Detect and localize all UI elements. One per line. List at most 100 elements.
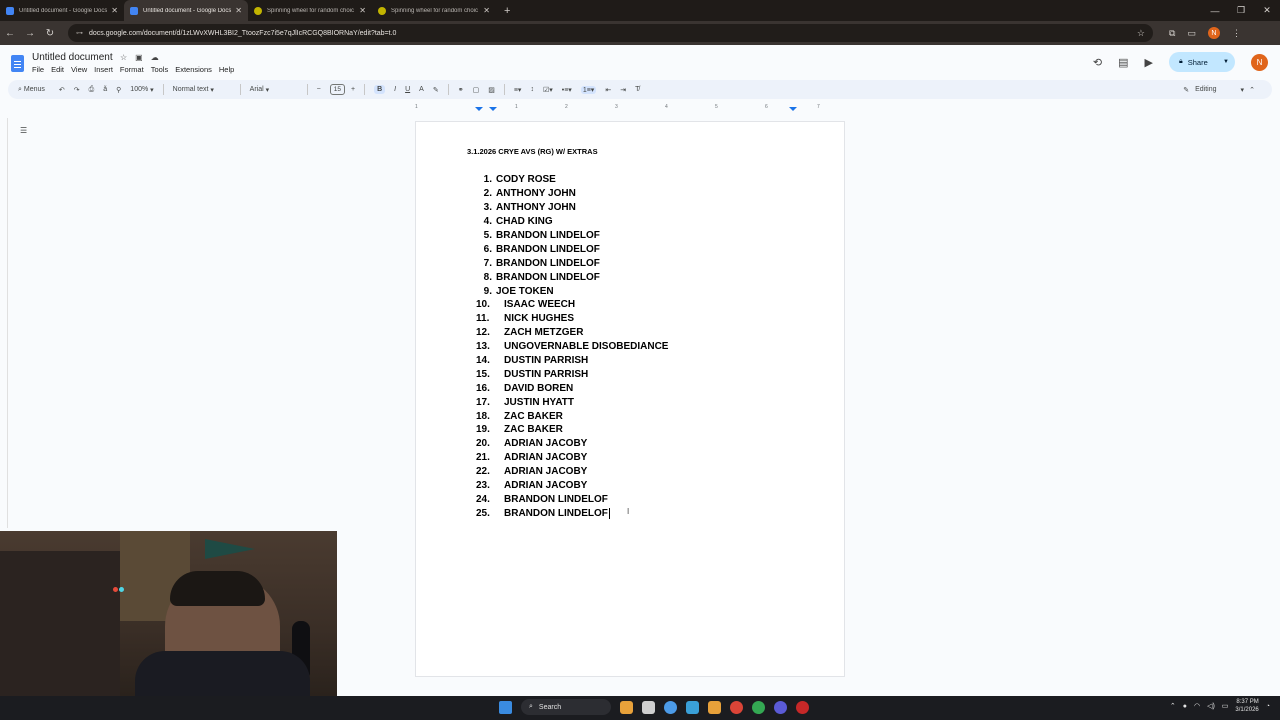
document-title[interactable]: Untitled document	[32, 52, 113, 63]
app-icon[interactable]	[796, 700, 809, 714]
list-item[interactable]: 22. ADRIAN JACOBY	[476, 465, 668, 479]
docs-logo-icon[interactable]	[11, 55, 24, 72]
list-item[interactable]: 18. ZAC BAKER	[476, 409, 668, 423]
meet-icon[interactable]: ▶	[1145, 56, 1153, 69]
right-indent-marker[interactable]	[789, 107, 797, 111]
chevron-down-icon[interactable]: ▼	[1223, 59, 1229, 65]
site-info-icon[interactable]: ⊶	[76, 29, 83, 37]
zoom-select[interactable]: 100% ▾	[130, 86, 153, 94]
menu-format[interactable]: Format	[120, 65, 144, 74]
cloud-status-icon[interactable]: ☁	[151, 53, 159, 62]
menu-tools[interactable]: Tools	[151, 65, 169, 74]
numbered-list-icon[interactable]: 1≡▾	[580, 85, 597, 94]
increase-indent-icon[interactable]: ⇥	[620, 86, 626, 94]
menu-edit[interactable]: Edit	[51, 65, 64, 74]
list-item[interactable]: 21. ADRIAN JACOBY	[476, 451, 668, 465]
search-menus[interactable]: ⌕ Menus	[18, 86, 45, 94]
editing-mode-select[interactable]: ✎ Editing ▾	[1183, 86, 1244, 94]
decrease-font-size-icon[interactable]: −	[317, 86, 321, 93]
italic-icon[interactable]: I	[394, 86, 396, 93]
increase-font-size-icon[interactable]: +	[351, 86, 355, 93]
list-item[interactable]: 5. BRANDON LINDELOF	[476, 229, 668, 243]
chrome-icon[interactable]	[664, 700, 677, 714]
star-icon[interactable]: ☆	[120, 53, 127, 62]
line-spacing-icon[interactable]: ↕	[530, 86, 534, 93]
list-item[interactable]: 13. UNGOVERNABLE DISOBEDIANCE	[476, 340, 668, 354]
mail-icon[interactable]	[686, 700, 699, 714]
list-item[interactable]: 8. BRANDON LINDELOF	[476, 270, 668, 284]
collapse-toolbar-icon[interactable]: ⌃	[1249, 86, 1255, 94]
print-icon[interactable]: ⎙	[89, 86, 95, 94]
browser-tab[interactable]: Spinning wheel for random choic ✕	[248, 0, 372, 21]
cast-icon[interactable]: ▭	[1187, 28, 1196, 39]
list-item[interactable]: 16. DAVID BOREN	[476, 381, 668, 395]
back-icon[interactable]: ←	[0, 28, 20, 39]
text-color-icon[interactable]: A	[419, 86, 424, 93]
list-item[interactable]: 19. ZAC BAKER	[476, 423, 668, 437]
clear-formatting-icon[interactable]: T̸	[635, 86, 639, 93]
list-item[interactable]: 1. CODY ROSE	[476, 173, 668, 187]
decrease-indent-icon[interactable]: ⇤	[605, 86, 611, 94]
move-folder-icon[interactable]: ▣	[135, 53, 143, 62]
redo-icon[interactable]: ↷	[74, 86, 80, 94]
style-select[interactable]: Normal text ▾	[173, 86, 231, 94]
list-item[interactable]: 2. ANTHONY JOHN	[476, 187, 668, 201]
extensions-icon[interactable]: ⧉	[1169, 28, 1175, 39]
image-icon[interactable]: ▨	[488, 86, 495, 94]
menu-insert[interactable]: Insert	[94, 65, 113, 74]
spellcheck-icon[interactable]: ǎ	[103, 86, 107, 93]
mic-icon[interactable]: ●	[1183, 703, 1187, 710]
list-item[interactable]: 7. BRANDON LINDELOF	[476, 256, 668, 270]
document-page[interactable]: 3.1.2026 CRYE AVS (RG) W/ EXTRAS 1. CODY …	[415, 121, 845, 677]
close-window-icon[interactable]: ✕	[1254, 5, 1280, 16]
file-explorer-icon[interactable]	[708, 700, 721, 714]
browser-tab[interactable]: Untitled document - Google Docs ✕	[0, 0, 124, 21]
clock[interactable]: 8:37 PM 3/1/2026	[1235, 698, 1258, 714]
minimize-icon[interactable]: —	[1202, 6, 1228, 16]
profile-avatar[interactable]: N	[1207, 27, 1220, 39]
wifi-icon[interactable]: ◠	[1194, 702, 1200, 710]
task-view-icon[interactable]	[642, 700, 655, 714]
list-item[interactable]: 6. BRANDON LINDELOF	[476, 242, 668, 256]
chrome-active-icon[interactable]	[730, 700, 743, 714]
close-icon[interactable]: ✕	[483, 6, 490, 15]
chevron-up-icon[interactable]: ⌃	[1170, 702, 1176, 710]
taskbar-search[interactable]: ⌕ Search	[521, 699, 611, 715]
version-history-icon[interactable]: ⟲	[1093, 56, 1102, 69]
browser-tab-active[interactable]: Untitled document - Google Docs ✕	[124, 0, 248, 21]
maximize-icon[interactable]: ❐	[1228, 5, 1254, 16]
account-avatar[interactable]: N	[1251, 53, 1268, 71]
browser-menu-icon[interactable]: ⋮	[1232, 28, 1241, 39]
comments-icon[interactable]: ▤	[1118, 56, 1128, 69]
chrome-alt-icon[interactable]	[774, 700, 787, 714]
close-icon[interactable]: ✕	[359, 6, 366, 15]
first-line-indent-marker[interactable]	[489, 107, 497, 111]
align-icon[interactable]: ≡▾	[514, 86, 522, 94]
new-tab-button[interactable]: +	[504, 5, 510, 17]
bold-icon[interactable]: B	[374, 85, 386, 94]
list-item[interactable]: 9. JOE TOKEN	[476, 284, 668, 298]
list-item[interactable]: 17. JUSTIN HYATT	[476, 395, 668, 409]
menu-help[interactable]: Help	[219, 65, 234, 74]
list-item[interactable]: 25. BRANDON LINDELOF	[476, 506, 668, 520]
bookmark-star-icon[interactable]: ☆	[1137, 28, 1145, 39]
notifications-icon[interactable]: ◔	[1266, 703, 1270, 710]
underline-icon[interactable]: U	[405, 86, 410, 93]
list-item[interactable]: 4. CHAD KING	[476, 215, 668, 229]
list-item[interactable]: 20. ADRIAN JACOBY	[476, 437, 668, 451]
forward-icon[interactable]: →	[20, 28, 40, 39]
document-outline-icon[interactable]: ☰	[20, 126, 27, 135]
list-item[interactable]: 24. BRANDON LINDELOF	[476, 492, 668, 506]
list-item[interactable]: 10. ISAAC WEECH	[476, 298, 668, 312]
list-item[interactable]: 23. ADRIAN JACOBY	[476, 479, 668, 493]
highlight-icon[interactable]: ✎	[433, 86, 439, 94]
link-icon[interactable]: ⚭	[458, 86, 464, 94]
battery-icon[interactable]: ▭	[1222, 702, 1229, 710]
url-field[interactable]: ⊶ docs.google.com/document/d/1zLWvXWHL3B…	[68, 24, 1153, 42]
list-item[interactable]: 15. DUSTIN PARRISH	[476, 367, 668, 381]
share-button[interactable]: 🔒︎ Share ▼	[1169, 52, 1235, 72]
close-icon[interactable]: ✕	[111, 6, 118, 15]
close-icon[interactable]: ✕	[235, 6, 242, 15]
undo-icon[interactable]: ↶	[59, 86, 65, 94]
bulleted-list-icon[interactable]: •≡▾	[562, 86, 572, 94]
